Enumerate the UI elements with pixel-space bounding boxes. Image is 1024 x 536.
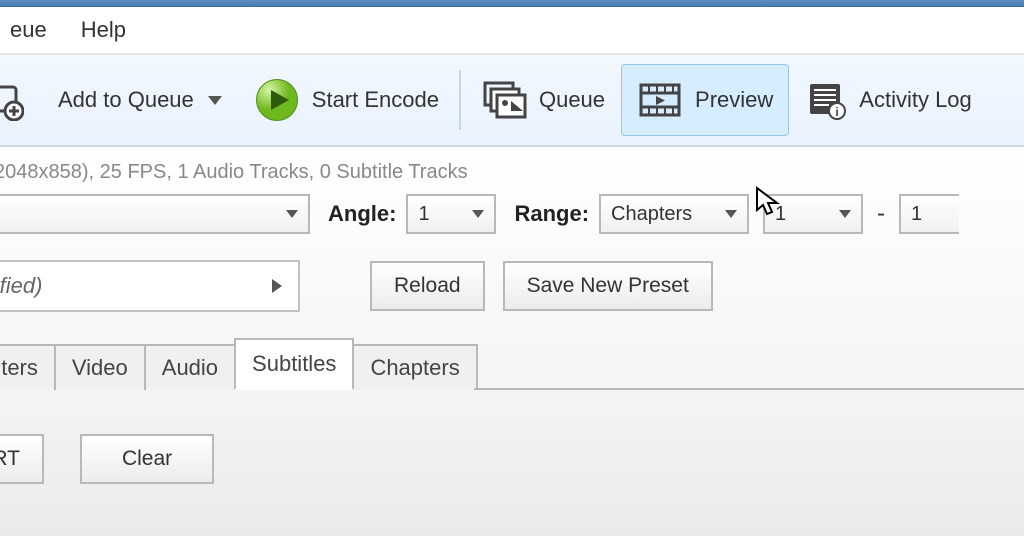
tab-filters[interactable]: Filters	[0, 344, 56, 390]
title-select[interactable]	[0, 194, 310, 234]
add-to-queue-button[interactable]: Add to Queue	[42, 65, 238, 135]
log-icon: i	[805, 79, 847, 121]
source-info-text: 2048x858), 25 FPS, 1 Audio Tracks, 0 Sub…	[0, 147, 1024, 194]
title-range-row: Angle: 1 Range: Chapters 1 - 1	[0, 194, 1024, 234]
add-to-queue-label: Add to Queue	[58, 87, 194, 113]
subtitle-toolbar: ort SRT Clear	[0, 434, 1024, 484]
range-start-value: 1	[775, 203, 786, 226]
tab-audio-label: Audio	[162, 355, 218, 381]
reload-button[interactable]: Reload	[370, 261, 485, 311]
clear-button[interactable]: Clear	[80, 434, 214, 484]
tab-bar: Filters Video Audio Subtitles Chapters	[0, 338, 1024, 390]
preview-label: Preview	[695, 87, 773, 113]
tab-subtitles[interactable]: Subtitles	[234, 338, 354, 390]
import-srt-label: ort SRT	[0, 447, 20, 471]
tab-strip	[474, 344, 1024, 390]
preview-button[interactable]: Preview	[621, 64, 789, 136]
tab-chapters-label: Chapters	[370, 355, 459, 381]
open-source-button[interactable]	[0, 65, 42, 135]
toolbar-separator	[459, 70, 461, 130]
menu-item-help[interactable]: Help	[81, 17, 126, 43]
preset-row: Modified) Reload Save New Preset	[0, 260, 1024, 312]
play-icon	[254, 77, 300, 123]
dropdown-caret-icon	[208, 96, 222, 105]
tab-video[interactable]: Video	[54, 344, 146, 390]
start-encode-label: Start Encode	[312, 87, 439, 113]
menubar: eue Help	[0, 7, 1024, 55]
range-type-select[interactable]: Chapters	[599, 194, 749, 234]
range-end-select[interactable]: 1	[899, 194, 959, 234]
toolbar: Add to Queue Start Encode Queue	[0, 55, 1024, 147]
menu-item-queue[interactable]: eue	[10, 17, 47, 43]
angle-select[interactable]: 1	[406, 194, 496, 234]
content-area: 2048x858), 25 FPS, 1 Audio Tracks, 0 Sub…	[0, 147, 1024, 536]
angle-label: Angle:	[328, 201, 396, 227]
activity-log-label: Activity Log	[859, 87, 972, 113]
range-label: Range:	[514, 201, 589, 227]
angle-value: 1	[418, 203, 429, 226]
range-start-select[interactable]: 1	[763, 194, 863, 234]
chevron-down-icon	[286, 210, 298, 218]
tab-subtitles-label: Subtitles	[252, 351, 336, 377]
chevron-down-icon	[839, 210, 851, 218]
tab-video-label: Video	[72, 355, 128, 381]
save-new-preset-button[interactable]: Save New Preset	[503, 261, 713, 311]
window-titlebar-border	[0, 0, 1024, 7]
chevron-down-icon	[472, 210, 484, 218]
tab-filters-label: Filters	[0, 355, 38, 381]
queue-button[interactable]: Queue	[465, 65, 621, 135]
preview-icon	[637, 79, 683, 121]
reload-label: Reload	[394, 274, 461, 298]
range-type-value: Chapters	[611, 203, 692, 226]
preset-value: Modified)	[0, 273, 42, 299]
clear-label: Clear	[122, 447, 172, 471]
save-new-preset-label: Save New Preset	[527, 274, 689, 298]
tab-audio[interactable]: Audio	[144, 344, 236, 390]
folder-plus-icon	[0, 79, 24, 121]
queue-label: Queue	[539, 87, 605, 113]
preset-select[interactable]: Modified)	[0, 260, 300, 312]
chevron-down-icon	[725, 210, 737, 218]
triangle-right-icon	[272, 279, 282, 293]
import-srt-button[interactable]: ort SRT	[0, 434, 44, 484]
activity-log-button[interactable]: i Activity Log	[789, 65, 988, 135]
queue-icon	[481, 79, 527, 121]
start-encode-button[interactable]: Start Encode	[238, 65, 455, 135]
svg-text:i: i	[836, 105, 839, 119]
tab-chapters[interactable]: Chapters	[352, 344, 477, 390]
range-separator: -	[877, 200, 885, 228]
range-end-value: 1	[911, 203, 922, 226]
